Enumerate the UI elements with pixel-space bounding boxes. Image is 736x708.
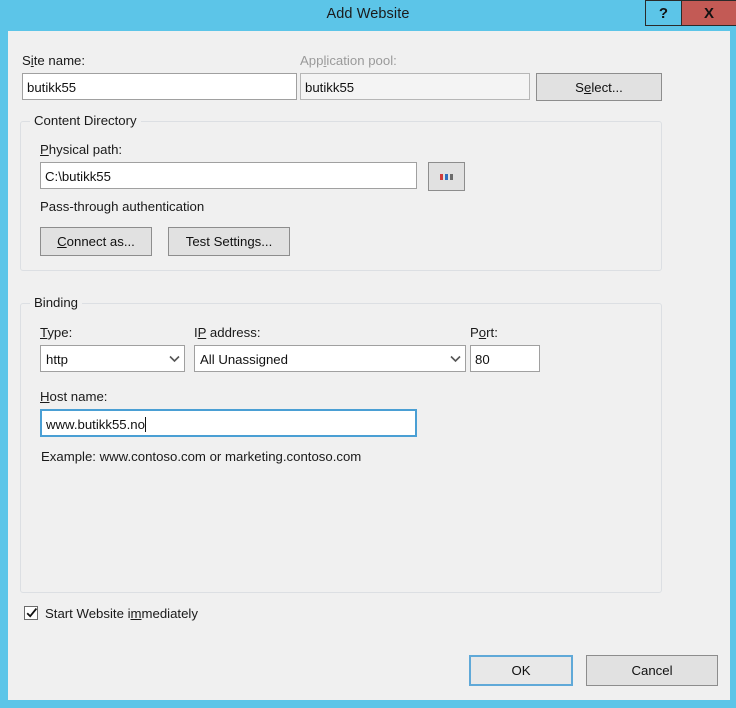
ok-button[interactable]: OK [469, 655, 573, 686]
browse-physical-path-button[interactable] [428, 162, 465, 191]
site-name-input[interactable]: butikk55 [22, 73, 297, 100]
start-website-label[interactable]: Start Website immediately [45, 606, 198, 621]
ip-address-select[interactable]: All Unassigned [194, 345, 466, 372]
ip-address-value: All Unassigned [200, 351, 288, 367]
binding-group-title: Binding [30, 295, 82, 310]
ellipsis-icon [440, 173, 453, 180]
host-name-label: Host name: [40, 389, 108, 404]
port-label: Port: [470, 325, 498, 340]
add-website-dialog: Add Website ? X Site name: butikk55 Appl… [0, 0, 736, 708]
chevron-down-icon[interactable] [445, 355, 465, 363]
port-input[interactable]: 80 [470, 345, 540, 372]
application-pool-label: Application pool: [300, 53, 397, 68]
physical-path-label: Physical path: [40, 142, 123, 157]
select-app-pool-button[interactable]: Select... [536, 73, 662, 101]
help-button[interactable]: ? [645, 0, 681, 26]
site-name-label: Site name: [22, 53, 86, 68]
connect-as-button[interactable]: Connect as... [40, 227, 152, 256]
title-bar: Add Website ? X [0, 0, 736, 31]
close-button[interactable]: X [681, 0, 736, 26]
start-website-checkbox[interactable] [24, 606, 38, 620]
chevron-down-icon[interactable] [164, 355, 184, 363]
binding-type-label: Type: [40, 325, 73, 340]
test-settings-button[interactable]: Test Settings... [168, 227, 290, 256]
host-name-input[interactable]: www.butikk55.no [40, 409, 417, 437]
text-caret [144, 416, 146, 432]
host-name-example-hint: Example: www.contoso.com or marketing.co… [41, 449, 362, 464]
application-pool-input: butikk55 [300, 73, 530, 100]
dialog-client-area: Site name: butikk55 Application pool: bu… [8, 31, 730, 700]
physical-path-input[interactable]: C:\butikk55 [40, 162, 417, 189]
binding-type-value: http [46, 351, 68, 367]
content-directory-group-title: Content Directory [30, 113, 141, 128]
pass-through-auth-note: Pass-through authentication [40, 199, 205, 214]
window-title: Add Website [326, 6, 410, 22]
binding-type-select[interactable]: http [40, 345, 185, 372]
checkmark-icon [26, 608, 38, 618]
cancel-button[interactable]: Cancel [586, 655, 718, 686]
ip-address-label: IP address: [194, 325, 261, 340]
